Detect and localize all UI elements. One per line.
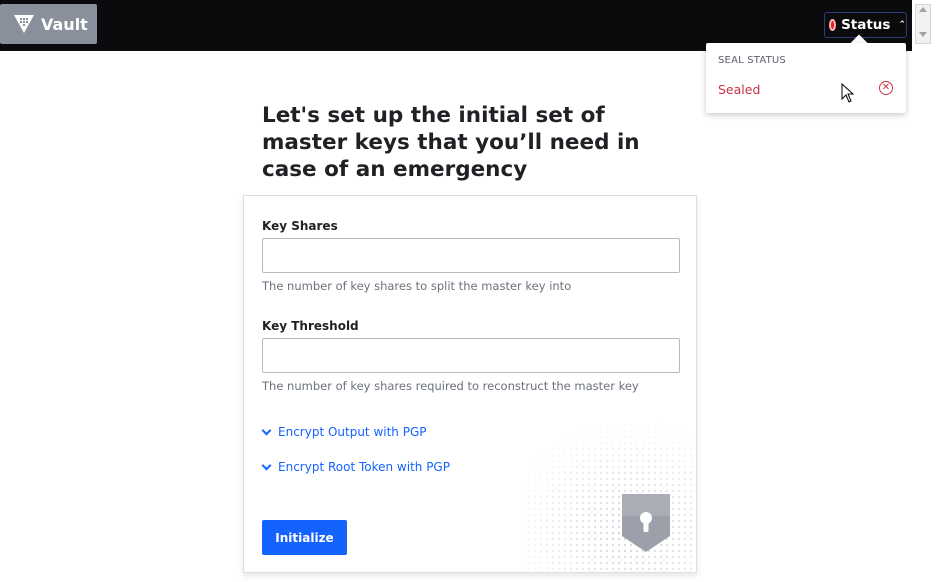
chevron-down-icon	[261, 425, 272, 435]
init-form-card: Key Shares The number of key shares to s…	[243, 195, 697, 573]
key-threshold-input[interactable]	[262, 338, 680, 373]
scroll-down-arrow-icon[interactable]	[919, 32, 927, 37]
seal-status-heading: SEAL STATUS	[718, 55, 786, 66]
lock-shield-icon	[622, 494, 670, 552]
dotted-background-pattern	[526, 422, 696, 572]
vault-home-link[interactable]: Vault	[0, 4, 97, 44]
vault-logo-icon	[14, 15, 34, 33]
initialize-button[interactable]: Initialize	[262, 520, 347, 555]
encrypt-output-pgp-toggle[interactable]: Encrypt Output with PGP	[261, 425, 427, 439]
status-indicator-icon	[829, 19, 837, 31]
brand-label: Vault	[41, 14, 88, 34]
key-shares-input[interactable]	[262, 238, 680, 273]
encrypt-output-pgp-label: Encrypt Output with PGP	[278, 425, 427, 439]
status-label: Status	[841, 17, 891, 33]
key-threshold-label: Key Threshold	[262, 319, 359, 333]
encrypt-root-token-pgp-toggle[interactable]: Encrypt Root Token with PGP	[261, 460, 450, 474]
scroll-up-arrow-icon[interactable]	[919, 7, 927, 12]
encrypt-root-token-pgp-label: Encrypt Root Token with PGP	[278, 460, 450, 474]
seal-status-value: Sealed	[718, 82, 761, 97]
status-menu-button[interactable]: Status ⌃	[824, 12, 907, 38]
page-title: Let's set up the initial set of master k…	[262, 103, 640, 182]
mouse-cursor-icon	[841, 83, 855, 103]
seal-status-dropdown: SEAL STATUS Sealed ✕	[706, 43, 906, 113]
key-threshold-help: The number of key shares required to rec…	[262, 379, 639, 393]
chevron-up-icon: ⌃	[898, 20, 906, 30]
scrollbar-track[interactable]	[912, 0, 941, 582]
sealed-x-circle-icon: ✕	[879, 81, 893, 95]
key-shares-label: Key Shares	[262, 219, 338, 233]
key-shares-help: The number of key shares to split the ma…	[262, 279, 572, 293]
chevron-down-icon	[261, 460, 272, 470]
